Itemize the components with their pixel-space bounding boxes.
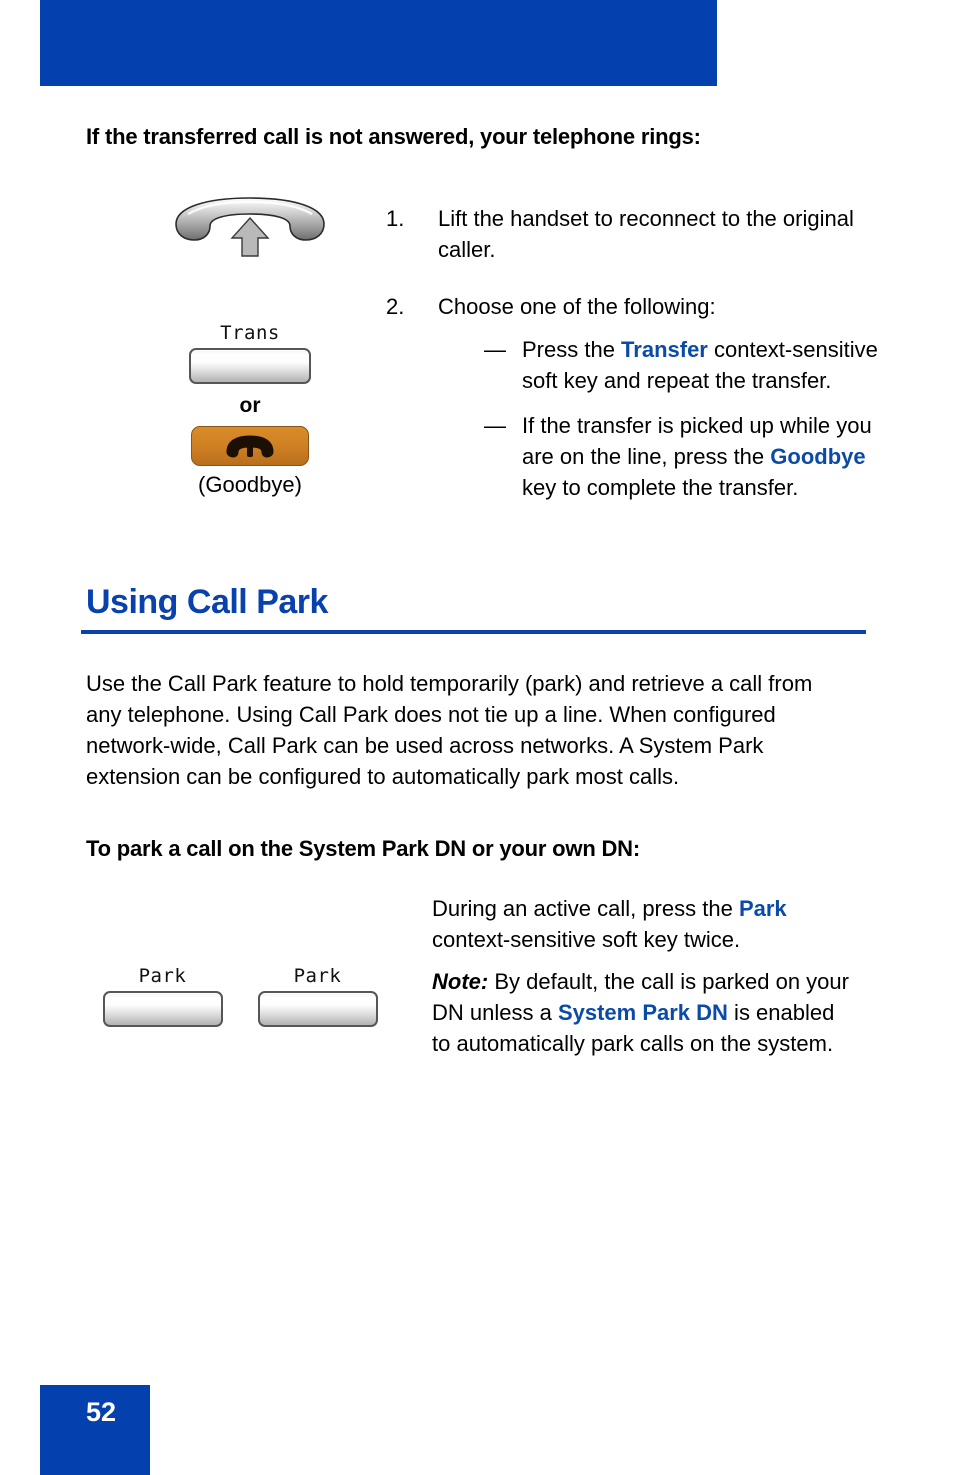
sub-item-transfer: — Press the Transfer context-sensitive s… [438, 334, 886, 396]
sub-item-goodbye: — If the transfer is picked up while you… [438, 410, 886, 503]
section-body-paragraph: Use the Call Park feature to hold tempor… [86, 671, 813, 789]
section-heading-rule [81, 630, 866, 634]
park-softkeys-figure: Park Park [100, 965, 390, 1027]
park-note-text: Note: By default, the call is parked on … [432, 966, 852, 1059]
goodbye-key-button[interactable] [191, 426, 309, 466]
park-softkey-label: Park [138, 965, 187, 987]
page-header-bar [40, 0, 717, 86]
step-number: 1. [386, 206, 405, 231]
step-item-2: 2. Choose one of the following: — Press … [386, 291, 886, 517]
park-instruction-text: During an active call, press the Park co… [432, 893, 852, 955]
lead-heading-park-call: To park a call on the System Park DN or … [86, 836, 640, 861]
goodbye-caption: (Goodbye) [198, 472, 302, 497]
park-softkey-1: Park [100, 965, 225, 1027]
sub-text-part-2: key to complete the transfer. [522, 475, 799, 500]
transfer-keyword: Transfer [621, 337, 708, 362]
handset-down-icon [226, 435, 274, 458]
note-label: Note: [432, 969, 489, 994]
park-softkey-label: Park [293, 965, 342, 987]
section-heading-using-call-park: Using Call Park [86, 583, 328, 621]
trans-softkey-label: Trans [220, 322, 280, 344]
park-softkey-button[interactable] [102, 991, 223, 1027]
page-number: 52 [86, 1397, 117, 1427]
sub-text-part-1: Press the [522, 337, 622, 362]
handset-lift-icon [175, 197, 325, 257]
park-keyword: Park [738, 896, 787, 921]
trans-softkey-button[interactable] [189, 348, 311, 384]
park-softkey-2: Park [255, 965, 380, 1027]
goodbye-keyword: Goodbye [770, 444, 866, 469]
step-item-1: 1. Lift the handset to reconnect to the … [386, 203, 886, 265]
dash-bullet: — [484, 413, 506, 438]
step-text: Lift the handset to reconnect to the ori… [438, 206, 854, 262]
step-text: Choose one of the following: [438, 294, 716, 319]
transfer-goodbye-figure: Trans or (Goodbye) [160, 322, 340, 498]
park-instr-part-1: During an active call, press the [432, 896, 739, 921]
step-number: 2. [386, 294, 405, 319]
park-instr-part-2: context-sensitive soft key twice. [432, 927, 741, 952]
instruction-steps-list: 1. Lift the handset to reconnect to the … [386, 203, 886, 543]
or-separator-label: or [239, 394, 261, 417]
step-2-sub-list: — Press the Transfer context-sensitive s… [438, 334, 886, 503]
park-softkey-button[interactable] [257, 991, 378, 1027]
system-park-dn-keyword: System Park DN [557, 1000, 728, 1025]
dash-bullet: — [484, 337, 506, 362]
lead-heading-transferred-call: If the transferred call is not answered,… [86, 124, 701, 149]
handset-lift-figure [160, 196, 340, 258]
